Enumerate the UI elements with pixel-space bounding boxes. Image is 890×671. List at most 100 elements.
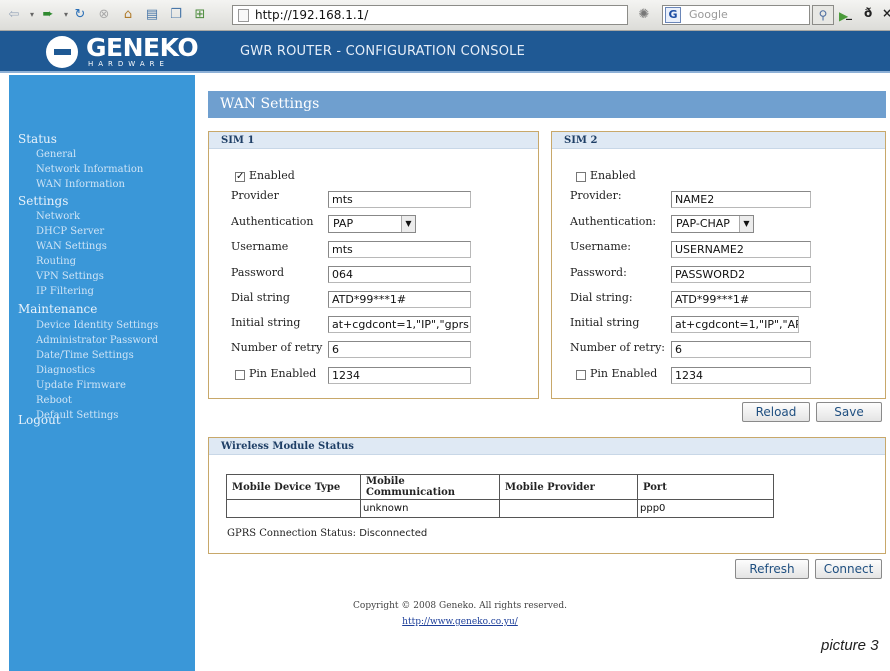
sim2-username-field[interactable]: USERNAME2 — [671, 241, 811, 258]
connect-button[interactable]: Connect — [815, 559, 882, 579]
sim1-dial-field[interactable]: ATD*99***1# — [328, 291, 471, 308]
sim2-pin-label: Pin Enabled — [590, 367, 658, 380]
sim1-retry-field[interactable]: 6 — [328, 341, 471, 358]
sim2-retry-field[interactable]: 6 — [671, 341, 811, 358]
save-button[interactable]: Save — [816, 402, 882, 422]
copyright-text: Copyright © 2008 Geneko. All rights rese… — [353, 601, 567, 611]
close-icon[interactable]: × — [882, 6, 890, 20]
sidebar-item-ip-filtering[interactable]: IP Filtering — [36, 286, 94, 297]
sidebar-item-dhcp-server[interactable]: DHCP Server — [36, 226, 104, 237]
sim1-pin-field[interactable]: 1234 — [328, 367, 471, 384]
sim1-password-label: Password — [231, 266, 285, 279]
sidebar-item-device-identity[interactable]: Device Identity Settings — [36, 320, 158, 331]
sim1-initial-field[interactable]: at+cgdcont=1,"IP","gprs — [328, 316, 471, 333]
stop-icon[interactable]: ⊗ — [96, 7, 112, 23]
column-header: Port — [637, 474, 774, 500]
new-tab-icon[interactable]: ⊞ — [192, 7, 208, 23]
sim1-enabled-label: Enabled — [249, 169, 295, 182]
sim1-password-field[interactable]: 064 — [328, 266, 471, 283]
page-icon — [238, 9, 249, 22]
sim2-panel: SIM 2 Enabled Provider: NAME2 Authentica… — [551, 131, 886, 399]
minimize-icon[interactable]: _ — [846, 6, 852, 20]
gprs-status-label: GPRS Connection Status: — [227, 528, 356, 539]
sim2-initial-label: Initial string — [570, 316, 640, 329]
sim2-username-label: Username: — [570, 240, 631, 253]
sim1-username-label: Username — [231, 240, 289, 253]
sim2-enabled-checkbox[interactable] — [576, 172, 586, 182]
sim2-password-field[interactable]: PASSWORD2 — [671, 266, 811, 283]
sim2-provider-label: Provider: — [570, 189, 622, 202]
sim2-dial-field[interactable]: ATD*99***1# — [671, 291, 811, 308]
console-title: GWR ROUTER - CONFIGURATION CONSOLE — [240, 44, 525, 59]
sidebar-item-vpn-settings[interactable]: VPN Settings — [36, 271, 104, 282]
sim2-authentication-label: Authentication: — [570, 215, 657, 228]
sidebar-item-wan-settings[interactable]: WAN Settings — [36, 241, 107, 252]
sim1-pin-label: Pin Enabled — [249, 367, 317, 380]
back-arrow-icon[interactable]: ⇦ — [6, 7, 22, 23]
chevron-down-icon[interactable]: ▼ — [401, 216, 415, 232]
header-banner: GENEKO HARDWARE GWR ROUTER - CONFIGURATI… — [0, 31, 890, 73]
forward-arrow-icon[interactable]: ➨ — [40, 7, 56, 23]
reload-button[interactable]: Reload — [742, 402, 810, 422]
sidebar-head-settings[interactable]: Settings — [18, 194, 68, 208]
sidebar-item-wan-information[interactable]: WAN Information — [36, 179, 125, 190]
sim1-retry-label: Number of retry — [231, 341, 323, 354]
sim1-enabled-checkbox[interactable]: ✓ — [235, 172, 245, 182]
google-icon[interactable]: G — [665, 7, 681, 23]
table-row: unknown ppp0 — [226, 499, 774, 518]
geneko-site-link[interactable]: http://www.geneko.co.yu/ — [340, 617, 580, 627]
new-window-icon[interactable]: ❐ — [168, 7, 184, 23]
back-dropdown-icon[interactable]: ▾ — [24, 7, 40, 23]
restore-icon[interactable]: ð — [864, 6, 872, 20]
sim2-dial-label: Dial string: — [570, 291, 633, 304]
sidebar-item-reboot[interactable]: Reboot — [36, 395, 72, 406]
sidebar-logout[interactable]: Logout — [18, 413, 61, 427]
sidebar-item-date-time[interactable]: Date/Time Settings — [36, 350, 134, 361]
search-magnifier-icon[interactable]: ⚲ — [812, 5, 834, 25]
url-bar[interactable]: http://192.168.1.1/ ▼ ▶ — [232, 5, 848, 25]
sim1-pin-checkbox[interactable] — [235, 370, 245, 380]
table-cell: unknown — [360, 499, 500, 518]
column-header: Mobile Provider — [499, 474, 638, 500]
sidebar-item-update-firmware[interactable]: Update Firmware — [36, 380, 126, 391]
gprs-status-line: GPRS Connection Status: Disconnected — [227, 528, 427, 539]
sim2-retry-label: Number of retry: — [570, 341, 666, 354]
sidebar-item-routing[interactable]: Routing — [36, 256, 76, 267]
column-header: Mobile Communication — [360, 474, 500, 500]
sidebar-head-status[interactable]: Status — [18, 132, 57, 146]
table-cell — [226, 499, 361, 518]
sim2-enabled-label: Enabled — [590, 169, 636, 182]
home-icon[interactable]: ⌂ — [120, 7, 136, 23]
sim2-pin-field[interactable]: 1234 — [671, 367, 811, 384]
column-header: Mobile Device Type — [226, 474, 361, 500]
sidebar-item-diagnostics[interactable]: Diagnostics — [36, 365, 95, 376]
url-text: http://192.168.1.1/ — [255, 8, 369, 22]
extension-icon[interactable]: ✺ — [636, 7, 652, 23]
chevron-down-icon[interactable]: ▼ — [739, 216, 753, 232]
search-input[interactable]: G Google — [662, 5, 810, 25]
sim1-authentication-select[interactable]: PAP ▼ — [328, 215, 416, 233]
wireless-status-title: Wireless Module Status — [209, 438, 885, 455]
sim1-dial-label: Dial string — [231, 291, 290, 304]
sim2-authentication-select[interactable]: PAP-CHAP ▼ — [671, 215, 754, 233]
sim1-provider-label: Provider — [231, 189, 279, 202]
figure-caption: picture 3 — [821, 637, 879, 654]
sim2-pin-checkbox[interactable] — [576, 370, 586, 380]
sim1-username-field[interactable]: mts — [328, 241, 471, 258]
gprs-status-value: Disconnected — [359, 528, 428, 539]
sidebar-item-network-information[interactable]: Network Information — [36, 164, 143, 175]
sidebar-head-maintenance[interactable]: Maintenance — [18, 302, 97, 316]
sidebar-item-general[interactable]: General — [36, 149, 76, 160]
table-cell: ppp0 — [637, 499, 774, 518]
refresh-button[interactable]: Refresh — [735, 559, 809, 579]
sim2-provider-field[interactable]: NAME2 — [671, 191, 811, 208]
reload-icon[interactable]: ↻ — [72, 7, 88, 23]
sidebar: Status General Network Information WAN I… — [9, 75, 195, 671]
sim1-provider-field[interactable]: mts — [328, 191, 471, 208]
sidebar-item-network[interactable]: Network — [36, 211, 80, 222]
bookmarks-icon[interactable]: ▤ — [144, 7, 160, 23]
sim2-initial-field[interactable]: at+cgdcont=1,"IP","APN — [671, 316, 799, 333]
sim1-initial-label: Initial string — [231, 316, 301, 329]
sidebar-item-admin-password[interactable]: Administrator Password — [36, 335, 158, 346]
search-placeholder: Google — [689, 8, 728, 21]
